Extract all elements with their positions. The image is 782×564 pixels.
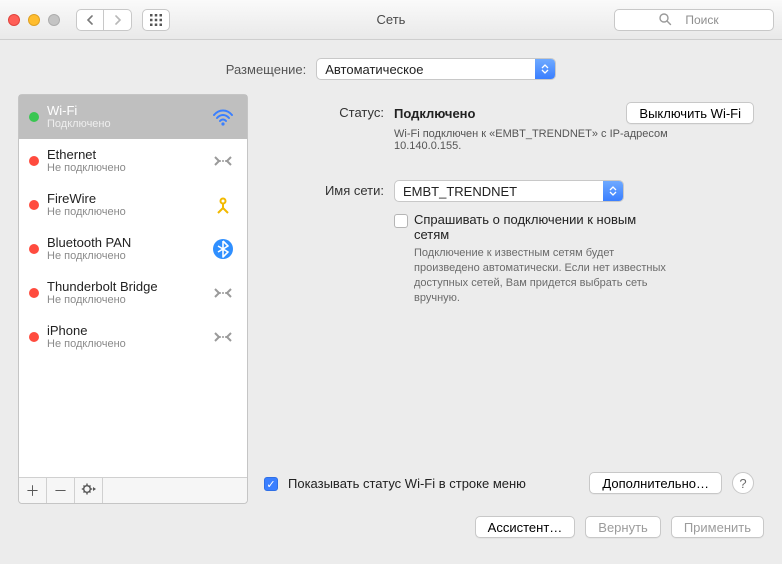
sidebar-item-thunderbolt[interactable]: Thunderbolt Bridge Не подключено: [19, 271, 247, 315]
sidebar-item-name: iPhone: [47, 323, 209, 338]
sidebar-item-ethernet[interactable]: Ethernet Не подключено: [19, 139, 247, 183]
back-button[interactable]: [76, 9, 104, 31]
network-name-row: Имя сети: EMBT_TRENDNET: [264, 180, 754, 202]
sidebar-item-iphone[interactable]: iPhone Не подключено: [19, 315, 247, 359]
sidebar-item-name: Ethernet: [47, 147, 209, 162]
titlebar: Сеть: [0, 0, 782, 40]
forward-button[interactable]: [104, 9, 132, 31]
interface-sidebar: Wi-Fi Подключено Ethernet Не подключено: [18, 94, 248, 504]
sidebar-item-bluetooth[interactable]: Bluetooth PAN Не подключено: [19, 227, 247, 271]
chevron-updown-icon: [535, 59, 555, 79]
status-value: Подключено: [394, 106, 475, 121]
status-label: Статус:: [264, 102, 394, 120]
show-status-checkbox[interactable]: ✓: [264, 477, 278, 491]
detail-bottom-bar: ✓ Показывать статус Wi-Fi в строке меню …: [264, 472, 754, 504]
chevron-updown-icon: [603, 181, 623, 201]
network-name-value: EMBT_TRENDNET: [403, 184, 517, 199]
close-window-button[interactable]: [8, 14, 20, 26]
status-dot: [29, 288, 39, 298]
interface-list: Wi-Fi Подключено Ethernet Не подключено: [19, 95, 247, 477]
sidebar-item-firewire[interactable]: FireWire Не подключено: [19, 183, 247, 227]
sidebar-item-name: FireWire: [47, 191, 209, 206]
status-dot: [29, 112, 39, 122]
window-footer: Ассистент… Вернуть Применить: [0, 504, 782, 552]
ethernet-icon: [209, 151, 237, 171]
ask-to-join-hint: Подключение к известным сетям будет прои…: [414, 246, 674, 305]
help-button[interactable]: ?: [732, 472, 754, 494]
sidebar-item-wifi[interactable]: Wi-Fi Подключено: [19, 95, 247, 139]
location-row: Размещение: Автоматическое: [0, 40, 782, 94]
status-dot: [29, 156, 39, 166]
search-input[interactable]: [614, 9, 774, 31]
interface-actions-button[interactable]: [75, 478, 103, 503]
detail-pane: Статус: Подключено Выключить Wi-Fi Wi-Fi…: [264, 94, 764, 504]
status-dot: [29, 244, 39, 254]
sidebar-item-sub: Не подключено: [47, 294, 209, 306]
sidebar-item-name: Bluetooth PAN: [47, 235, 209, 250]
sidebar-toolbar: ＋ －: [19, 477, 247, 503]
network-name-label: Имя сети:: [264, 180, 394, 198]
ask-to-join-checkbox[interactable]: [394, 214, 408, 228]
sidebar-item-name: Thunderbolt Bridge: [47, 279, 209, 294]
ask-to-join-row: Спрашивать о подключении к новым сетям П…: [264, 212, 754, 305]
bluetooth-icon: [209, 238, 237, 260]
advanced-button[interactable]: Дополнительно…: [589, 472, 722, 494]
thunderbolt-icon: [209, 283, 237, 303]
location-value: Автоматическое: [325, 62, 423, 77]
zoom-window-button[interactable]: [48, 14, 60, 26]
sidebar-item-sub: Не подключено: [47, 250, 209, 262]
location-select[interactable]: Автоматическое: [316, 58, 556, 80]
wifi-icon: [209, 107, 237, 127]
show-all-button[interactable]: [142, 9, 170, 31]
assist-button[interactable]: Ассистент…: [475, 516, 576, 538]
sidebar-item-sub: Не подключено: [47, 338, 209, 350]
remove-interface-button[interactable]: －: [47, 478, 75, 503]
minimize-window-button[interactable]: [28, 14, 40, 26]
gear-icon: [81, 482, 97, 499]
revert-button[interactable]: Вернуть: [585, 516, 661, 538]
firewire-icon: [209, 195, 237, 215]
turn-off-wifi-button[interactable]: Выключить Wi-Fi: [626, 102, 754, 124]
main-content: Wi-Fi Подключено Ethernet Не подключено: [0, 94, 782, 504]
grid-icon: [149, 13, 163, 27]
sidebar-item-sub: Не подключено: [47, 206, 209, 218]
iphone-icon: [209, 327, 237, 347]
status-dot: [29, 332, 39, 342]
status-row: Статус: Подключено Выключить Wi-Fi Wi-Fi…: [264, 102, 754, 152]
search-wrap: [614, 9, 774, 31]
status-detail-text: Wi-Fi подключен к «EMBT_TRENDNET» с IP-а…: [394, 128, 694, 152]
add-interface-button[interactable]: ＋: [19, 478, 47, 503]
show-status-label: Показывать статус Wi-Fi в строке меню: [288, 476, 526, 491]
apply-button[interactable]: Применить: [671, 516, 764, 538]
nav-buttons: [76, 9, 132, 31]
sidebar-item-name: Wi-Fi: [47, 103, 209, 118]
status-dot: [29, 200, 39, 210]
sidebar-item-sub: Не подключено: [47, 162, 209, 174]
network-name-select[interactable]: EMBT_TRENDNET: [394, 180, 624, 202]
ask-to-join-label: Спрашивать о подключении к новым сетям: [414, 212, 674, 242]
sidebar-item-sub: Подключено: [47, 118, 209, 130]
location-label: Размещение:: [226, 62, 307, 77]
window-controls: [8, 14, 60, 26]
